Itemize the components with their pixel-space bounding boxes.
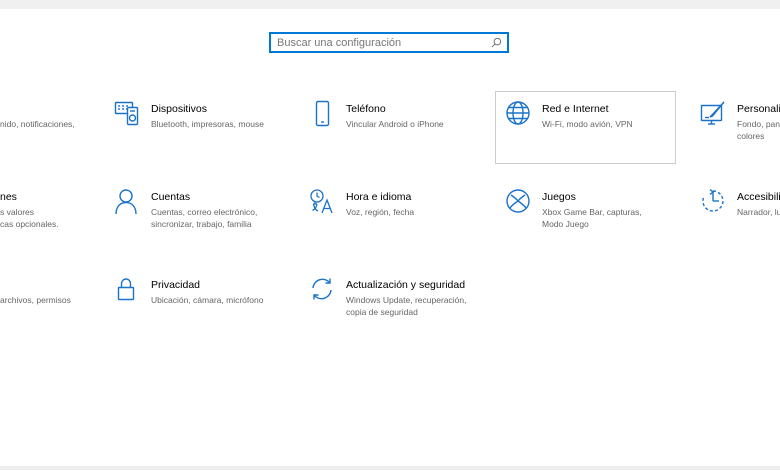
tile-telefono-desc: Vincular Android o iPhone [346,119,444,129]
tile-juegos-title: Juegos [542,191,576,203]
time-language-icon [309,188,337,216]
tile-accesibilidad-desc: Narrador, lu [737,207,780,217]
tile-busqueda-desc: archivos, permisos [0,295,71,305]
tile-cuentas[interactable]: Cuentas Cuentas, correo electrónico, sin… [114,188,294,243]
tile-cuentas-desc: Cuentas, correo electrónico, sincronizar… [151,207,257,230]
tile-actualizacion-title: Actualización y seguridad [346,279,466,291]
tile-personalizacion-title: Personaliz [737,103,780,115]
tile-red-desc: Wi-Fi, modo avión, VPN [542,119,633,129]
tile-telefono-title: Teléfono [346,103,386,115]
accessibility-icon [700,188,728,216]
tile-privacidad-desc: Ubicación, cámara, micrófono [151,295,264,305]
phone-icon [309,100,337,128]
tile-actualizacion-desc-line2: copia de seguridad [346,306,418,317]
tile-hora-idioma-desc: Voz, región, fecha [346,207,415,217]
tile-dispositivos-desc: Bluetooth, impresoras, mouse [151,119,264,129]
search-icon[interactable] [491,37,502,48]
title-bar [0,0,780,9]
tile-aplicaciones-desc-line1: s valores [0,207,35,217]
tile-personalizacion[interactable]: Personaliz Fondo, pant colores [700,100,780,150]
lock-icon [114,276,142,304]
devices-icon [114,100,142,128]
xbox-icon [505,188,533,216]
search-input[interactable] [277,35,487,50]
globe-icon [505,100,533,128]
tile-actualizacion-desc-line1: Windows Update, recuperación, [346,295,467,305]
tile-telefono[interactable]: Teléfono Vincular Android o iPhone [309,100,489,150]
tile-accesibilidad[interactable]: Accesibili Narrador, lu [700,188,780,243]
tile-busqueda[interactable]: archivos, permisos [0,276,100,321]
tile-personalizacion-desc-line1: Fondo, pant [737,119,780,129]
tile-sistema[interactable]: nido, notificaciones, [0,100,100,150]
tile-juegos[interactable]: Juegos Xbox Game Bar, capturas, Modo Jue… [505,188,685,243]
tile-personalizacion-desc: Fondo, pant colores [737,119,780,142]
tile-dispositivos-title: Dispositivos [151,103,208,115]
bottom-edge [0,466,780,470]
tile-actualizacion-desc: Windows Update, recuperación, copia de s… [346,295,466,318]
tile-privacidad-title: Privacidad [151,279,201,291]
tile-aplicaciones[interactable]: nes s valores cas opcionales. [0,188,100,243]
tile-accesibilidad-title: Accesibili [737,191,780,203]
tile-red-title: Red e Internet [542,103,609,115]
update-sync-icon [309,276,337,304]
tile-red[interactable]: Red e Internet Wi-Fi, modo avión, VPN [505,100,675,150]
tile-juegos-desc-line1: Xbox Game Bar, capturas, [542,207,642,217]
tile-cuentas-desc-line2: sincronizar, trabajo, familia [151,218,252,229]
personalization-icon [700,100,728,128]
tile-sistema-desc: nido, notificaciones, [0,119,75,129]
tile-hora-idioma[interactable]: Hora e idioma Voz, región, fecha [309,188,489,243]
tile-juegos-desc-line2: Modo Juego [542,218,589,229]
person-icon [114,188,142,216]
tile-aplicaciones-desc: s valores cas opcionales. [0,207,59,230]
tile-cuentas-desc-line1: Cuentas, correo electrónico, [151,207,258,217]
tile-cuentas-title: Cuentas [151,191,191,203]
tile-actualizacion[interactable]: Actualización y seguridad Windows Update… [309,276,499,326]
tile-privacidad[interactable]: Privacidad Ubicación, cámara, micrófono [114,276,294,321]
tile-juegos-desc: Xbox Game Bar, capturas, Modo Juego [542,207,642,230]
tile-aplicaciones-desc-line2: cas opcionales. [0,218,59,229]
tile-personalizacion-desc-line2: colores [737,130,765,141]
tile-hora-idioma-title: Hora e idioma [346,191,412,203]
tile-aplicaciones-title: nes [0,191,17,203]
tile-dispositivos[interactable]: Dispositivos Bluetooth, impresoras, mous… [114,100,294,150]
search-box[interactable] [269,32,509,53]
